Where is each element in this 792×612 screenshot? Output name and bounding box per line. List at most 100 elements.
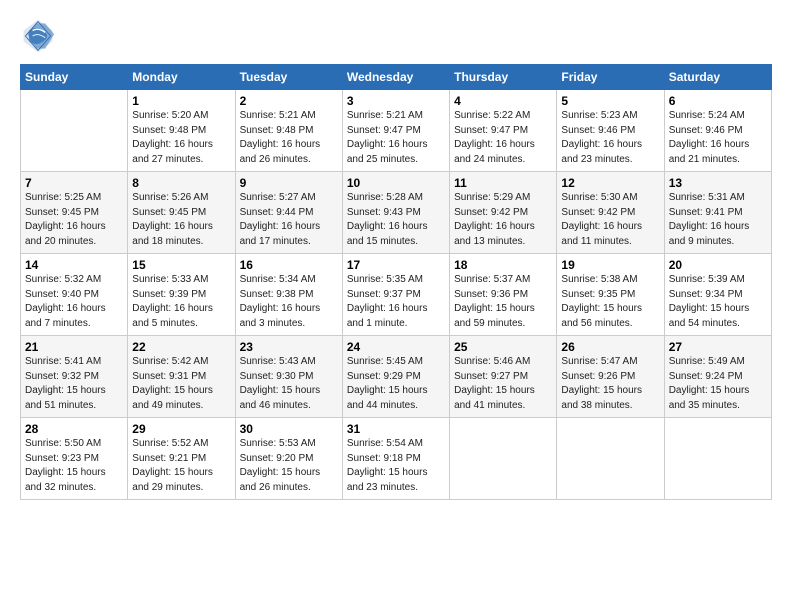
day-number: 6 [669,94,767,108]
day-info: Sunrise: 5:29 AM Sunset: 9:42 PM Dayligh… [454,191,552,249]
day-number: 2 [240,94,338,108]
day-info: Sunrise: 5:25 AM Sunset: 9:45 PM Dayligh… [25,191,123,249]
page: SundayMondayTuesdayWednesdayThursdayFrid… [0,0,792,510]
header [20,18,772,54]
day-number: 24 [347,340,445,354]
day-number: 14 [25,258,123,272]
day-cell: 30Sunrise: 5:53 AM Sunset: 9:20 PM Dayli… [235,418,342,500]
day-cell: 20Sunrise: 5:39 AM Sunset: 9:34 PM Dayli… [664,254,771,336]
day-info: Sunrise: 5:42 AM Sunset: 9:31 PM Dayligh… [132,355,230,413]
day-cell: 7Sunrise: 5:25 AM Sunset: 9:45 PM Daylig… [21,172,128,254]
day-number: 10 [347,176,445,190]
day-info: Sunrise: 5:33 AM Sunset: 9:39 PM Dayligh… [132,273,230,331]
day-cell: 22Sunrise: 5:42 AM Sunset: 9:31 PM Dayli… [128,336,235,418]
day-cell: 6Sunrise: 5:24 AM Sunset: 9:46 PM Daylig… [664,90,771,172]
day-info: Sunrise: 5:43 AM Sunset: 9:30 PM Dayligh… [240,355,338,413]
day-number: 5 [561,94,659,108]
day-number: 15 [132,258,230,272]
day-cell: 29Sunrise: 5:52 AM Sunset: 9:21 PM Dayli… [128,418,235,500]
day-number: 27 [669,340,767,354]
week-row-3: 21Sunrise: 5:41 AM Sunset: 9:32 PM Dayli… [21,336,772,418]
day-info: Sunrise: 5:37 AM Sunset: 9:36 PM Dayligh… [454,273,552,331]
day-number: 1 [132,94,230,108]
calendar-table: SundayMondayTuesdayWednesdayThursdayFrid… [20,64,772,500]
day-cell: 17Sunrise: 5:35 AM Sunset: 9:37 PM Dayli… [342,254,449,336]
day-cell: 8Sunrise: 5:26 AM Sunset: 9:45 PM Daylig… [128,172,235,254]
day-cell: 19Sunrise: 5:38 AM Sunset: 9:35 PM Dayli… [557,254,664,336]
day-number: 19 [561,258,659,272]
day-info: Sunrise: 5:32 AM Sunset: 9:40 PM Dayligh… [25,273,123,331]
day-cell: 24Sunrise: 5:45 AM Sunset: 9:29 PM Dayli… [342,336,449,418]
day-number: 4 [454,94,552,108]
day-info: Sunrise: 5:23 AM Sunset: 9:46 PM Dayligh… [561,109,659,167]
day-number: 18 [454,258,552,272]
day-cell: 31Sunrise: 5:54 AM Sunset: 9:18 PM Dayli… [342,418,449,500]
day-info: Sunrise: 5:31 AM Sunset: 9:41 PM Dayligh… [669,191,767,249]
col-header-wednesday: Wednesday [342,65,449,90]
day-info: Sunrise: 5:35 AM Sunset: 9:37 PM Dayligh… [347,273,445,331]
day-cell: 11Sunrise: 5:29 AM Sunset: 9:42 PM Dayli… [450,172,557,254]
day-info: Sunrise: 5:47 AM Sunset: 9:26 PM Dayligh… [561,355,659,413]
day-info: Sunrise: 5:21 AM Sunset: 9:47 PM Dayligh… [347,109,445,167]
day-cell: 12Sunrise: 5:30 AM Sunset: 9:42 PM Dayli… [557,172,664,254]
day-cell: 25Sunrise: 5:46 AM Sunset: 9:27 PM Dayli… [450,336,557,418]
day-number: 12 [561,176,659,190]
day-info: Sunrise: 5:50 AM Sunset: 9:23 PM Dayligh… [25,437,123,495]
day-info: Sunrise: 5:20 AM Sunset: 9:48 PM Dayligh… [132,109,230,167]
day-info: Sunrise: 5:54 AM Sunset: 9:18 PM Dayligh… [347,437,445,495]
day-number: 22 [132,340,230,354]
calendar-body: 1Sunrise: 5:20 AM Sunset: 9:48 PM Daylig… [21,90,772,500]
day-number: 25 [454,340,552,354]
day-cell: 28Sunrise: 5:50 AM Sunset: 9:23 PM Dayli… [21,418,128,500]
day-number: 17 [347,258,445,272]
col-header-tuesday: Tuesday [235,65,342,90]
day-info: Sunrise: 5:28 AM Sunset: 9:43 PM Dayligh… [347,191,445,249]
day-info: Sunrise: 5:39 AM Sunset: 9:34 PM Dayligh… [669,273,767,331]
day-number: 20 [669,258,767,272]
day-cell: 9Sunrise: 5:27 AM Sunset: 9:44 PM Daylig… [235,172,342,254]
calendar-header: SundayMondayTuesdayWednesdayThursdayFrid… [21,65,772,90]
day-cell: 16Sunrise: 5:34 AM Sunset: 9:38 PM Dayli… [235,254,342,336]
day-cell: 3Sunrise: 5:21 AM Sunset: 9:47 PM Daylig… [342,90,449,172]
day-cell [450,418,557,500]
week-row-1: 7Sunrise: 5:25 AM Sunset: 9:45 PM Daylig… [21,172,772,254]
col-header-friday: Friday [557,65,664,90]
day-number: 11 [454,176,552,190]
day-info: Sunrise: 5:52 AM Sunset: 9:21 PM Dayligh… [132,437,230,495]
day-info: Sunrise: 5:22 AM Sunset: 9:47 PM Dayligh… [454,109,552,167]
header-row: SundayMondayTuesdayWednesdayThursdayFrid… [21,65,772,90]
day-cell: 15Sunrise: 5:33 AM Sunset: 9:39 PM Dayli… [128,254,235,336]
day-number: 8 [132,176,230,190]
day-info: Sunrise: 5:46 AM Sunset: 9:27 PM Dayligh… [454,355,552,413]
day-number: 30 [240,422,338,436]
day-cell: 10Sunrise: 5:28 AM Sunset: 9:43 PM Dayli… [342,172,449,254]
col-header-sunday: Sunday [21,65,128,90]
col-header-saturday: Saturday [664,65,771,90]
day-cell: 18Sunrise: 5:37 AM Sunset: 9:36 PM Dayli… [450,254,557,336]
day-cell: 26Sunrise: 5:47 AM Sunset: 9:26 PM Dayli… [557,336,664,418]
day-number: 31 [347,422,445,436]
logo [20,18,60,54]
week-row-0: 1Sunrise: 5:20 AM Sunset: 9:48 PM Daylig… [21,90,772,172]
day-info: Sunrise: 5:41 AM Sunset: 9:32 PM Dayligh… [25,355,123,413]
day-number: 21 [25,340,123,354]
day-number: 28 [25,422,123,436]
day-info: Sunrise: 5:38 AM Sunset: 9:35 PM Dayligh… [561,273,659,331]
day-cell: 23Sunrise: 5:43 AM Sunset: 9:30 PM Dayli… [235,336,342,418]
day-info: Sunrise: 5:45 AM Sunset: 9:29 PM Dayligh… [347,355,445,413]
day-info: Sunrise: 5:53 AM Sunset: 9:20 PM Dayligh… [240,437,338,495]
day-info: Sunrise: 5:26 AM Sunset: 9:45 PM Dayligh… [132,191,230,249]
day-number: 7 [25,176,123,190]
day-number: 9 [240,176,338,190]
day-cell: 2Sunrise: 5:21 AM Sunset: 9:48 PM Daylig… [235,90,342,172]
day-cell: 27Sunrise: 5:49 AM Sunset: 9:24 PM Dayli… [664,336,771,418]
day-info: Sunrise: 5:21 AM Sunset: 9:48 PM Dayligh… [240,109,338,167]
day-number: 23 [240,340,338,354]
day-cell: 21Sunrise: 5:41 AM Sunset: 9:32 PM Dayli… [21,336,128,418]
col-header-thursday: Thursday [450,65,557,90]
logo-icon [20,18,56,54]
day-cell [664,418,771,500]
day-cell [21,90,128,172]
day-number: 26 [561,340,659,354]
day-cell [557,418,664,500]
